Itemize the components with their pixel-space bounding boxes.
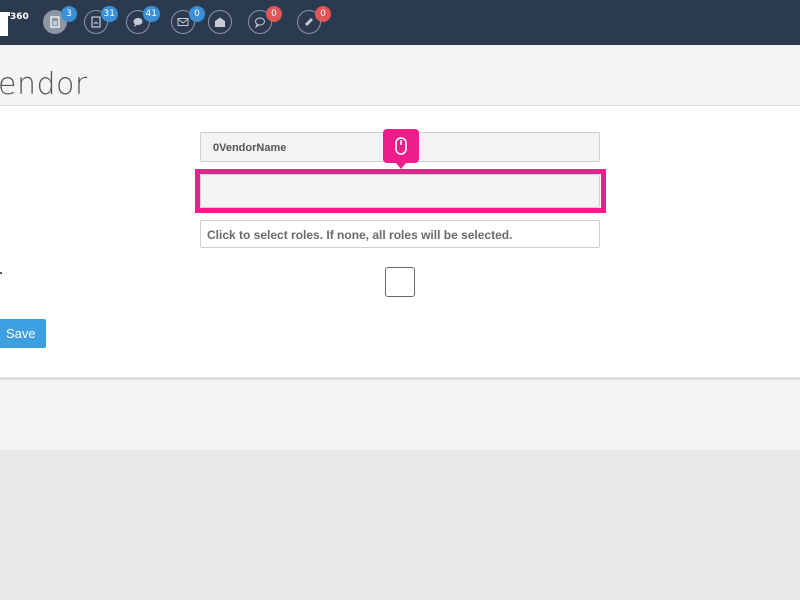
nav-mail-button[interactable]: 0 [171, 6, 205, 34]
logo-superscript: 360 [10, 12, 29, 22]
nav-report-button[interactable]: 31 [84, 6, 118, 34]
nav-badge: 0 [189, 6, 205, 22]
vendor-name-value: 0VendorName [213, 142, 287, 154]
active-checkbox[interactable] [385, 267, 415, 297]
mouse-icon [395, 137, 407, 155]
nav-comment-button[interactable]: 0 [248, 6, 282, 34]
page-title: endor [0, 67, 88, 102]
nav-badge: 41 [142, 6, 160, 22]
nav-badge: 0 [315, 6, 331, 22]
nav-ticket-button[interactable]: 0 [297, 6, 331, 34]
top-navbar: 360 3 31 41 0 0 0 [0, 0, 800, 45]
nav-badge: 0 [266, 6, 282, 22]
save-button[interactable]: Save [0, 319, 46, 348]
click-indicator [383, 129, 419, 169]
chat-icon [133, 18, 143, 27]
app-logo[interactable]: 360 [0, 8, 30, 38]
comment-icon [255, 17, 265, 28]
nav-document-button[interactable]: 3 [43, 6, 77, 34]
ticket-icon [305, 18, 313, 26]
focus-highlight [195, 169, 606, 213]
nav-mail-open-button[interactable] [208, 10, 232, 34]
roles-placeholder: Click to select roles. If none, all role… [207, 228, 513, 242]
roles-select[interactable]: Click to select roles. If none, all role… [200, 220, 600, 248]
label-fragment [0, 272, 2, 274]
nav-badge: 3 [61, 6, 77, 22]
document-icon [50, 16, 60, 28]
report-icon [91, 16, 101, 28]
page-header: endor [0, 45, 800, 106]
nav-chat-button[interactable]: 41 [126, 6, 160, 34]
mail-open-icon [215, 17, 225, 27]
nav-badge: 31 [100, 6, 118, 22]
mail-icon [177, 18, 189, 26]
footer-band [0, 380, 800, 450]
